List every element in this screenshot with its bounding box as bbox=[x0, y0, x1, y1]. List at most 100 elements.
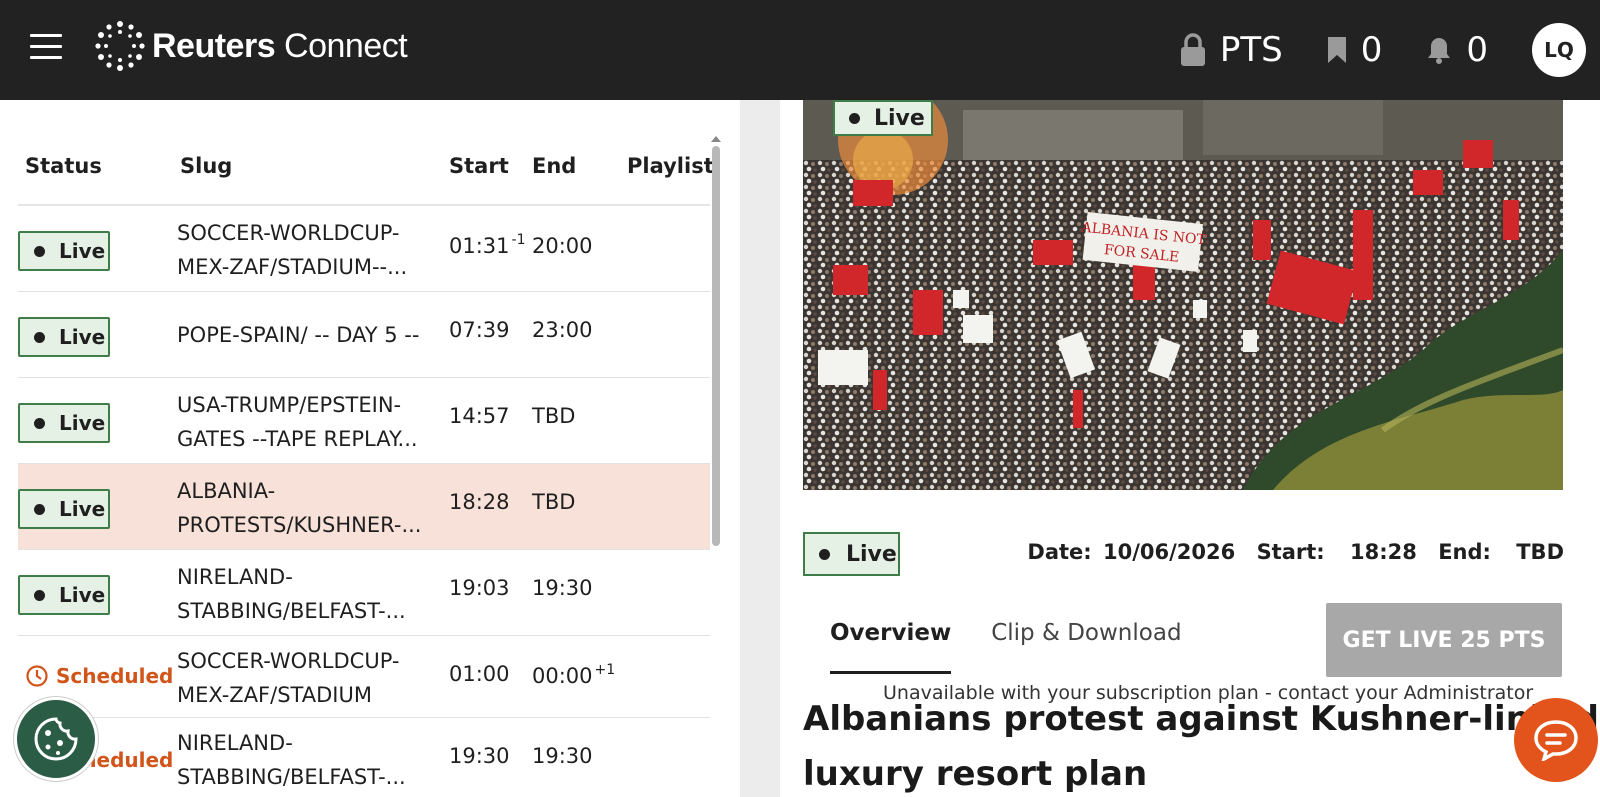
brand-name: Reuters bbox=[152, 26, 276, 65]
table-row[interactable]: Live NIRELAND- STABBING/BELFAST-... 19:03… bbox=[18, 550, 710, 636]
points-indicator[interactable]: PTS bbox=[1180, 30, 1283, 70]
start-time: 18:28 bbox=[449, 490, 510, 514]
start-cell: 14:57 bbox=[449, 404, 510, 428]
live-dot-icon bbox=[34, 331, 45, 343]
start-cell: 07:39 bbox=[449, 318, 510, 342]
start-cell: 19:30 bbox=[449, 744, 510, 768]
status-text: Live bbox=[59, 411, 106, 435]
detail-live-text: Live bbox=[846, 541, 897, 567]
live-badge: Live bbox=[18, 403, 110, 443]
slug-cell: SOCCER-WORLDCUP- MEX-ZAF/STADIUM bbox=[177, 644, 435, 712]
slug-line: POPE-SPAIN/ -- DAY 5 -- bbox=[177, 323, 420, 347]
reuters-logo-icon bbox=[95, 21, 145, 71]
start-time: 01:31 bbox=[449, 234, 510, 258]
table-scrollbar[interactable] bbox=[710, 136, 722, 797]
live-dot-icon bbox=[34, 245, 45, 257]
start-cell: 01:31 -1 bbox=[449, 232, 526, 258]
end-cell: TBD bbox=[532, 404, 575, 428]
slug-line: NIRELAND- bbox=[177, 731, 293, 755]
table-row[interactable]: Live USA-TRUMP/EPSTEIN- GATES --TAPE REPL… bbox=[18, 378, 710, 464]
date-value: 10/06/2026 bbox=[1103, 540, 1236, 564]
column-playlist[interactable]: Playlist bbox=[627, 154, 714, 178]
schedule-info: Date: 10/06/2026 Start: 18:28 End: TBD bbox=[1027, 540, 1564, 564]
headline-line: Albanians protest against Kushner-linked bbox=[803, 699, 1599, 739]
end-cell: 00:00 +1 bbox=[532, 662, 615, 688]
table-row[interactable]: Live POPE-SPAIN/ -- DAY 5 -- 07:39 23:00 bbox=[18, 292, 710, 378]
detail-panel: ALBANIA IS NOT FOR SALE Live Live Date: … bbox=[780, 100, 1600, 797]
reuters-connect-logo[interactable]: Reuters Connect bbox=[92, 18, 408, 74]
slug-line: PROTESTS/KUSHNER-... bbox=[177, 513, 422, 537]
panel-divider[interactable] bbox=[740, 100, 780, 797]
table-row[interactable]: Scheduled NIRELAND- STABBING/BELFAST-... … bbox=[18, 718, 710, 797]
points-label: PTS bbox=[1219, 30, 1283, 70]
column-end[interactable]: End bbox=[532, 154, 576, 178]
end-cell: 20:00 bbox=[532, 232, 595, 258]
start-time: 19:03 bbox=[449, 576, 510, 600]
live-dot-icon bbox=[34, 417, 45, 429]
bookmarks-count: 0 bbox=[1360, 30, 1383, 70]
bookmarks-button[interactable]: 0 bbox=[1327, 30, 1383, 70]
table-row[interactable]: Live SOCCER-WORLDCUP- MEX-ZAF/STADIUM--..… bbox=[18, 206, 710, 292]
notifications-button[interactable]: 0 bbox=[1426, 30, 1488, 70]
live-dot-icon bbox=[819, 548, 830, 560]
top-bar: Reuters Connect PTS 0 0 LQ bbox=[0, 0, 1600, 100]
schedule-table-panel: Status Slug Start End Playlist Live SOCC… bbox=[0, 100, 740, 797]
scroll-thumb[interactable] bbox=[712, 146, 720, 546]
bell-icon bbox=[1428, 38, 1451, 64]
menu-icon[interactable] bbox=[30, 34, 62, 60]
headline-line: luxury resort plan bbox=[803, 754, 1148, 794]
live-video-player[interactable]: ALBANIA IS NOT FOR SALE Live bbox=[803, 100, 1563, 490]
status-text: Live bbox=[59, 325, 106, 349]
column-status[interactable]: Status bbox=[25, 154, 102, 178]
scroll-up-icon[interactable] bbox=[711, 136, 721, 142]
slug-line: SOCCER-WORLDCUP- bbox=[177, 649, 400, 673]
slug-line: MEX-ZAF/STADIUM bbox=[177, 683, 372, 707]
end-time: 19:30 bbox=[532, 576, 593, 600]
start-time: 01:00 bbox=[449, 662, 510, 686]
day-offset: +1 bbox=[594, 662, 616, 678]
start-time: 07:39 bbox=[449, 318, 510, 342]
live-badge: Live bbox=[18, 317, 110, 357]
slug-line: STABBING/BELFAST-... bbox=[177, 765, 406, 789]
live-dot-icon bbox=[849, 112, 860, 124]
bookmark-icon bbox=[1327, 37, 1346, 63]
video-frame-image: ALBANIA IS NOT FOR SALE bbox=[803, 100, 1563, 490]
get-live-button[interactable]: GET LIVE 25 PTS bbox=[1326, 603, 1562, 677]
status-text: Scheduled bbox=[56, 664, 174, 688]
table-row-selected[interactable]: Live ALBANIA- PROTESTS/KUSHNER-... 18:28 … bbox=[18, 464, 710, 550]
live-badge: Live bbox=[18, 575, 110, 615]
table-row[interactable]: Scheduled SOCCER-WORLDCUP- MEX-ZAF/STADIU… bbox=[18, 636, 710, 718]
video-live-text: Live bbox=[874, 105, 925, 131]
start-label: Start: bbox=[1256, 540, 1325, 564]
slug-line: MEX-ZAF/STADIUM--... bbox=[177, 255, 408, 279]
slug-line: GATES --TAPE REPLAY... bbox=[177, 427, 418, 451]
slug-cell: NIRELAND- STABBING/BELFAST-... bbox=[177, 560, 435, 628]
status-text: Live bbox=[59, 239, 106, 263]
detail-live-badge: Live bbox=[803, 532, 900, 576]
chat-support-button[interactable] bbox=[1514, 698, 1598, 782]
slug-line: SOCCER-WORLDCUP- bbox=[177, 221, 400, 245]
column-slug[interactable]: Slug bbox=[180, 154, 232, 178]
table-header: Status Slug Start End Playlist bbox=[18, 140, 714, 206]
slug-cell: USA-TRUMP/EPSTEIN- GATES --TAPE REPLAY... bbox=[177, 388, 435, 456]
live-badge: Live bbox=[18, 489, 110, 529]
live-badge: Live bbox=[18, 231, 110, 271]
video-live-badge: Live bbox=[833, 100, 933, 136]
notifications-count: 0 bbox=[1466, 30, 1488, 70]
start-cell: 19:03 bbox=[449, 576, 510, 600]
end-label: End: bbox=[1438, 540, 1491, 564]
lock-icon bbox=[1180, 33, 1205, 66]
clock-icon bbox=[26, 665, 48, 687]
tab-overview[interactable]: Overview bbox=[830, 610, 952, 674]
avatar[interactable]: LQ bbox=[1532, 23, 1586, 77]
date-label: Date: bbox=[1027, 540, 1092, 564]
end-cell: 23:00 bbox=[532, 318, 593, 342]
slug-cell: ALBANIA- PROTESTS/KUSHNER-... bbox=[177, 474, 435, 542]
tab-clip-download[interactable]: Clip & Download bbox=[991, 610, 1181, 674]
story-headline: Albanians protest against Kushner-linked… bbox=[803, 692, 1599, 797]
end-time: 00:00 bbox=[532, 664, 593, 688]
cookie-settings-button[interactable] bbox=[14, 697, 98, 781]
column-start[interactable]: Start bbox=[449, 154, 509, 178]
cookie-icon bbox=[34, 717, 78, 761]
brand-suffix: Connect bbox=[275, 26, 408, 65]
